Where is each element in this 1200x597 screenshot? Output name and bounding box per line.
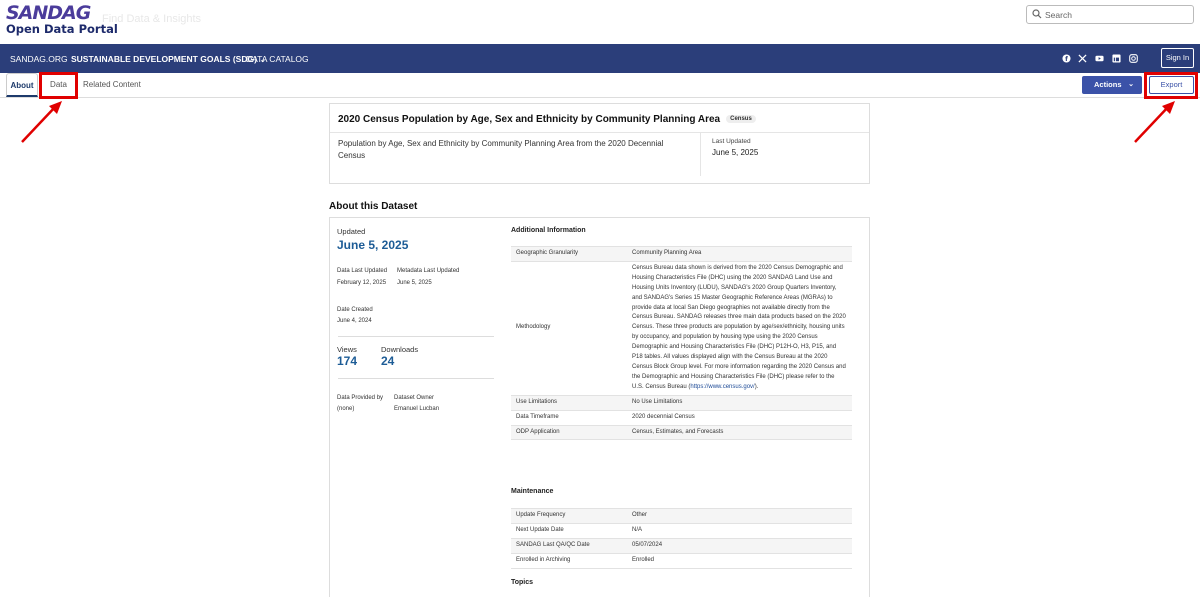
last-updated-value: June 5, 2025 xyxy=(712,148,759,157)
dataset-header-card: 2020 Census Population by Age, Sex and E… xyxy=(329,103,870,184)
updated-value: June 5, 2025 xyxy=(337,238,409,252)
chevron-down-icon: ⌄ xyxy=(1128,81,1134,88)
divider xyxy=(338,336,494,337)
views-label: Views xyxy=(337,345,357,354)
additional-info-heading: Additional Information xyxy=(511,227,586,234)
actions-label: Actions xyxy=(1094,80,1122,89)
about-dataset-card: Updated June 5, 2025 Data Last Updated F… xyxy=(329,217,870,597)
table-value: 2020 decennial Census xyxy=(627,410,852,426)
annotation-arrow-icon xyxy=(21,101,62,143)
table-key: Geographic Granularity xyxy=(511,246,627,262)
tab-bar: About Data Related Content xyxy=(0,73,1200,98)
table-value: Other xyxy=(627,508,852,524)
divider xyxy=(330,132,869,133)
tab-related-content[interactable]: Related Content xyxy=(83,73,141,97)
table-key: Methodology xyxy=(511,261,627,396)
table-key: Data Timeframe xyxy=(511,410,627,426)
views-count: 174 xyxy=(337,354,358,368)
methodology-value: Census Bureau data shown is derived from… xyxy=(627,261,852,396)
divider xyxy=(338,378,494,379)
census-link[interactable]: https://www.census.gov/ xyxy=(690,384,754,390)
maintenance-heading: Maintenance xyxy=(511,488,554,495)
table-row: Next Update Date N/A xyxy=(511,523,852,539)
nav-data-catalog[interactable]: DATA CATALOG xyxy=(246,54,309,64)
linkedin-icon[interactable] xyxy=(1112,54,1121,63)
search-box[interactable] xyxy=(1026,5,1194,24)
downloads-label: Downloads xyxy=(381,345,419,354)
actions-button[interactable]: Actions ⌄ xyxy=(1082,76,1142,94)
data-last-updated-value: February 12, 2025 xyxy=(337,280,387,286)
dataset-title: 2020 Census Population by Age, Sex and E… xyxy=(338,114,721,125)
sign-in-button[interactable]: Sign In xyxy=(1161,48,1194,68)
table-value: 05/07/2024 xyxy=(627,538,852,554)
table-key: Update Frequency xyxy=(511,508,627,524)
table-row: Enrolled in Archiving Enrolled xyxy=(511,553,852,569)
table-row: Update Frequency Other xyxy=(511,508,852,524)
provided-by-label: Data Provided by xyxy=(337,395,384,401)
table-value: Community Planning Area xyxy=(627,246,852,262)
methodology-text: Census Bureau data shown is derived from… xyxy=(632,264,846,390)
updated-label: Updated xyxy=(337,227,366,236)
table-row: ODP Application Census, Estimates, and F… xyxy=(511,425,852,441)
nav-sdg-label: SUSTAINABLE DEVELOPMENT GOALS (SDG) xyxy=(71,54,257,64)
data-tab-highlight xyxy=(39,72,78,99)
topics-heading: Topics xyxy=(511,579,534,586)
sandag-logo[interactable]: SANDAG xyxy=(6,2,91,24)
instagram-icon[interactable] xyxy=(1129,54,1138,63)
table-row: Data Timeframe 2020 decennial Census xyxy=(511,410,852,426)
table-value: N/A xyxy=(627,523,852,539)
additional-info-table: Geographic Granularity Community Plannin… xyxy=(511,246,852,441)
export-highlight xyxy=(1144,72,1198,99)
table-row: Methodology Census Bureau data shown is … xyxy=(511,261,852,396)
annotation-arrow-icon xyxy=(1134,101,1175,143)
data-last-updated-label: Data Last Updated xyxy=(337,268,388,274)
search-icon xyxy=(1032,9,1042,19)
provided-by-value: (none) xyxy=(337,406,355,412)
search-input[interactable] xyxy=(1045,7,1190,22)
table-row: Use Limitations No Use Limitations xyxy=(511,395,852,411)
svg-text:f: f xyxy=(1065,56,1068,63)
table-value: Census, Estimates, and Forecasts xyxy=(627,425,852,441)
dataset-owner-label: Dataset Owner xyxy=(394,395,435,401)
about-section-title: About this Dataset xyxy=(329,201,418,212)
table-key: ODP Application xyxy=(511,425,627,441)
table-row: SANDAG Last QA/QC Date 05/07/2024 xyxy=(511,538,852,554)
nav-sandag-org[interactable]: SANDAG.ORG xyxy=(10,54,68,64)
date-created-label: Date Created xyxy=(337,307,373,313)
divider xyxy=(700,132,701,176)
downloads-count: 24 xyxy=(381,354,395,368)
dataset-description: Population by Age, Sex and Ethnicity by … xyxy=(338,139,664,160)
facebook-icon[interactable]: f xyxy=(1062,54,1071,63)
dataset-owner-value: Emanuel Lucban xyxy=(394,406,440,412)
table-row: Geographic Granularity Community Plannin… xyxy=(511,246,852,262)
table-key: SANDAG Last QA/QC Date xyxy=(511,538,627,554)
site-tagline: Find Data & Insights xyxy=(102,13,202,25)
tab-about[interactable]: About xyxy=(6,73,38,97)
logo-subtitle[interactable]: Open Data Portal xyxy=(6,22,118,36)
main-navbar: SANDAG.ORG SUSTAINABLE DEVELOPMENT GOALS… xyxy=(0,44,1200,73)
last-updated-label: Last Updated xyxy=(712,138,751,145)
youtube-icon[interactable] xyxy=(1095,54,1104,63)
table-value: No Use Limitations xyxy=(627,395,852,411)
x-icon[interactable] xyxy=(1078,54,1087,63)
table-key: Use Limitations xyxy=(511,395,627,411)
dataset-title-row: 2020 Census Population by Age, Sex and E… xyxy=(338,114,756,125)
table-value: Enrolled xyxy=(627,553,852,569)
metadata-last-updated-label: Metadata Last Updated xyxy=(397,268,460,274)
table-key: Enrolled in Archiving xyxy=(511,553,627,569)
metadata-last-updated-value: June 5, 2025 xyxy=(397,280,432,286)
date-created-value: June 4, 2024 xyxy=(337,318,372,324)
category-badge[interactable]: Census xyxy=(726,115,756,124)
nav-sdg[interactable]: SUSTAINABLE DEVELOPMENT GOALS (SDG) ⌄ xyxy=(71,54,266,64)
methodology-end: ). xyxy=(754,383,759,390)
maintenance-table: Update Frequency Other Next Update Date … xyxy=(511,508,852,569)
table-key: Next Update Date xyxy=(511,523,627,539)
top-header: SANDAG Open Data Portal Find Data & Insi… xyxy=(0,0,1200,44)
